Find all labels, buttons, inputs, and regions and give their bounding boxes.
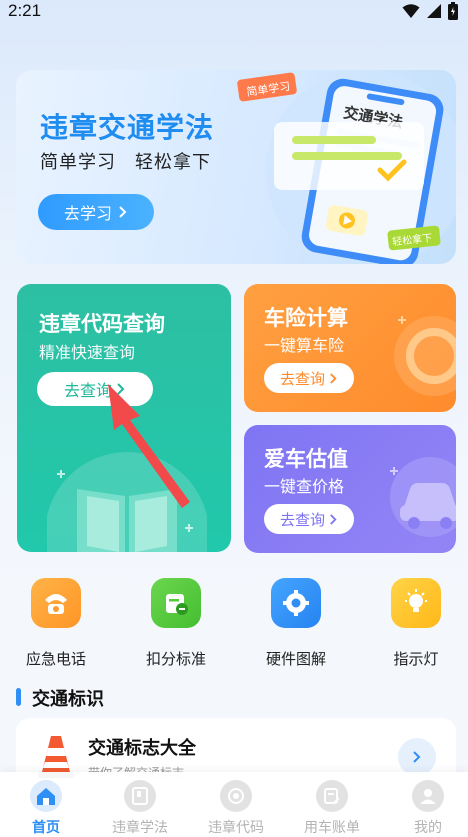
tab-violation-study[interactable]: 违章学法	[100, 780, 180, 837]
quick-hardware-diagram[interactable]: 硬件图解	[251, 574, 341, 669]
tab-car-bill[interactable]: 用车账单	[292, 780, 372, 837]
quick-label-deduction: 扣分标准	[145, 650, 206, 668]
car-icon	[390, 457, 456, 537]
section-title: 交通标识	[32, 689, 104, 710]
home-icon	[30, 780, 62, 812]
go-study-label: 去学习	[63, 204, 112, 223]
study-banner[interactable]: 简单学习 交通学法 轻松拿下 违章交通学法 简单学习 轻松拿下 去学习	[16, 70, 456, 264]
calendar-minus-icon	[151, 578, 201, 628]
valuation-card[interactable]: 爱车估值 一键查价格 去查询	[244, 425, 456, 553]
bulb-icon	[391, 578, 441, 628]
insurance-icon	[394, 316, 456, 396]
status-bar: 2:21	[0, 0, 468, 24]
valuation-button[interactable]: 去查询	[264, 504, 354, 534]
bottom-tab-bar: 首页 违章学法 违章代码 用车账单 我的	[0, 772, 468, 837]
quick-label-emergency: 应急电话	[25, 650, 86, 668]
status-icons	[402, 2, 458, 20]
insurance-button-label: 去查询	[279, 369, 325, 388]
tab-label-profile: 我的	[414, 820, 442, 836]
tab-label-home: 首页	[32, 820, 60, 836]
tab-label-violation-study: 违章学法	[112, 820, 168, 836]
insurance-button[interactable]: 去查询	[264, 363, 354, 393]
quick-label-hardware: 硬件图解	[265, 650, 326, 668]
book-icon	[124, 780, 156, 812]
status-time: 2:21	[8, 1, 42, 20]
disc-icon	[220, 780, 252, 812]
tab-profile[interactable]: 我的	[388, 780, 468, 837]
go-study-button[interactable]: 去学习	[38, 194, 154, 230]
tab-label-violation-code: 违章代码	[208, 820, 264, 836]
user-icon	[412, 780, 444, 812]
banner-subtitle: 简单学习 轻松拿下	[40, 152, 211, 173]
traffic-signs-title: 交通标志大全	[88, 738, 196, 759]
gear-icon	[271, 578, 321, 628]
valuation-subtitle: 一键查价格	[264, 477, 345, 496]
tab-label-car-bill: 用车账单	[304, 820, 360, 836]
code-query-subtitle: 精准快速查询	[39, 343, 136, 362]
quick-emergency-phone[interactable]: 应急电话	[11, 574, 101, 669]
annotation-arrow	[108, 384, 190, 508]
banner-illustration: 简单学习 交通学法 轻松拿下	[237, 70, 456, 264]
tab-home[interactable]: 首页	[6, 780, 86, 837]
banner-title: 违章交通学法	[40, 111, 215, 144]
traffic-signs-open-button[interactable]	[398, 738, 436, 776]
chevron-right-icon	[119, 206, 127, 218]
valuation-title: 爱车估值	[264, 447, 348, 471]
quick-actions: 应急电话 扣分标准 硬件图解 指示灯	[0, 574, 468, 670]
chevron-right-icon	[330, 513, 337, 525]
tab-violation-code[interactable]: 违章代码	[196, 780, 276, 837]
quick-deduction-standard[interactable]: 扣分标准	[131, 574, 221, 669]
insurance-title: 车险计算	[264, 306, 348, 330]
wifi-icon	[402, 4, 420, 18]
quick-label-indicator: 指示灯	[393, 650, 439, 668]
insurance-subtitle: 一键算车险	[264, 336, 345, 355]
phone-icon	[31, 578, 81, 628]
code-query-title: 违章代码查询	[39, 312, 165, 336]
battery-icon	[448, 2, 458, 20]
chevron-right-icon	[413, 751, 421, 763]
signal-icon	[427, 4, 441, 18]
section-marker	[16, 688, 21, 706]
quick-indicator-lights[interactable]: 指示灯	[371, 574, 461, 669]
chevron-right-icon	[330, 372, 337, 384]
insurance-card[interactable]: 车险计算 一键算车险 去查询	[244, 284, 456, 412]
bill-icon	[316, 780, 348, 812]
valuation-button-label: 去查询	[279, 510, 325, 529]
